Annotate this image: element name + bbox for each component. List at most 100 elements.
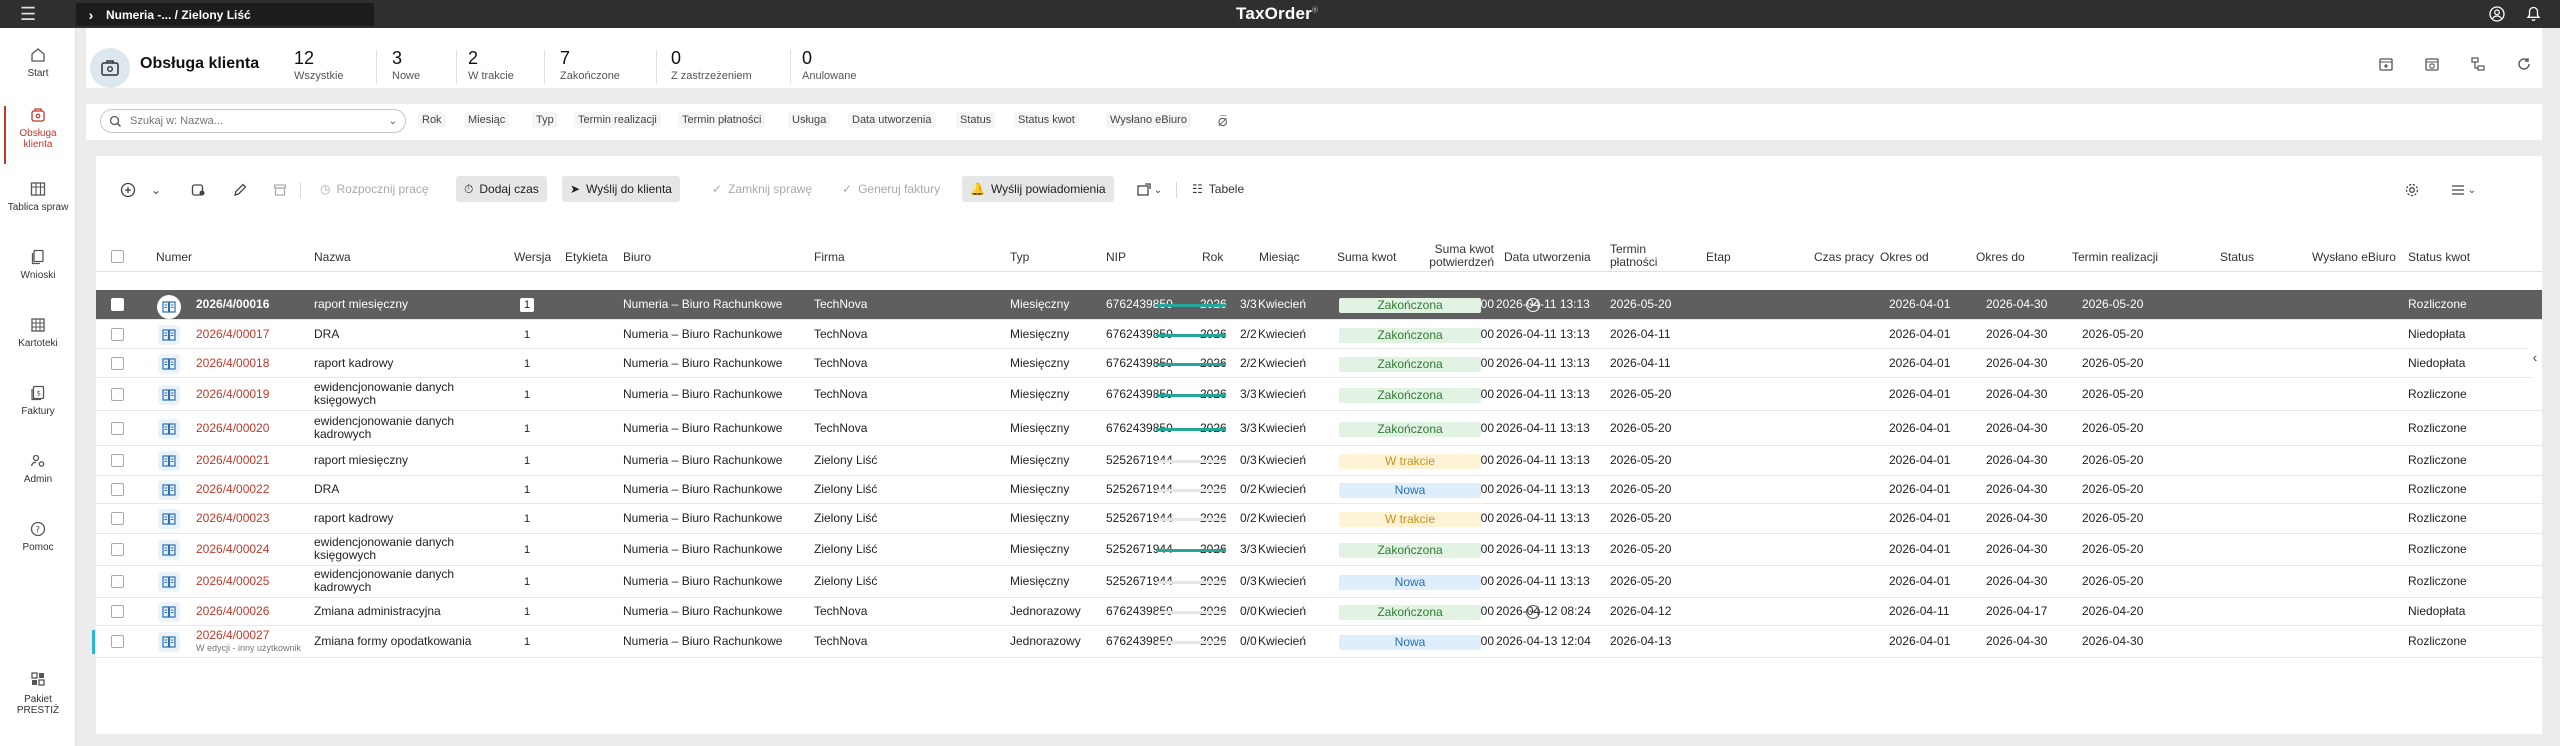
chevron-down-icon[interactable]: ⌄ xyxy=(146,180,166,200)
stat-z-zastrzezeniem[interactable]: 0Z zastrzeżeniem xyxy=(671,48,752,82)
filter-usluga[interactable]: Usługa xyxy=(788,112,831,128)
sidebar-item-start[interactable]: Start xyxy=(0,46,76,79)
table-row[interactable]: 2026/4/00026 Zmiana administracyjna 1 Numer… xyxy=(96,598,2542,626)
col-termin-realizacji[interactable]: Termin realizacji xyxy=(2072,251,2158,264)
row-checkbox[interactable] xyxy=(111,388,124,401)
select-all-checkbox[interactable] xyxy=(111,250,124,263)
refresh-icon[interactable] xyxy=(2514,54,2534,74)
cell-numer[interactable]: 2026/4/00027 xyxy=(196,629,269,642)
filter-status-kwot[interactable]: Status kwot xyxy=(1014,112,1079,128)
table-row[interactable]: 2026/4/00025 ewidencjonowanie danych kadro… xyxy=(96,566,2542,598)
col-status-kwot[interactable]: Status kwot xyxy=(2408,251,2470,264)
cell-numer[interactable]: 2026/4/00016 xyxy=(196,298,269,311)
list-view-icon[interactable]: ⌄ xyxy=(2446,180,2480,200)
col-okres-do[interactable]: Okres do xyxy=(1976,251,2025,264)
cell-numer[interactable]: 2026/4/00020 xyxy=(196,422,269,435)
col-nip[interactable]: NIP xyxy=(1106,251,1126,264)
calendar-clock-icon[interactable] xyxy=(2422,54,2442,74)
filter-termin-platnosci[interactable]: Termin płatności xyxy=(678,112,766,128)
cell-numer[interactable]: 2026/4/00017 xyxy=(196,328,269,341)
row-checkbox[interactable] xyxy=(111,454,124,467)
chevron-down-icon[interactable]: ⌄ xyxy=(389,116,397,127)
collapse-panel-handle[interactable]: ‹ xyxy=(2528,335,2542,379)
sidebar-item-tablica-spraw[interactable]: Tablica spraw xyxy=(0,180,76,213)
case-book-icon[interactable] xyxy=(158,480,180,500)
col-suma-potwierdzen[interactable]: Suma kwot potwierdzeń xyxy=(1424,243,1494,269)
col-typ[interactable]: Typ xyxy=(1010,251,1029,264)
case-book-icon[interactable] xyxy=(158,632,180,652)
sidebar-item-obsluga-klienta[interactable]: Obsługa klienta xyxy=(0,106,76,164)
col-etap[interactable]: Etap xyxy=(1706,251,1731,264)
sidebar-package[interactable]: Pakiet PRESTIŻ xyxy=(0,670,76,716)
col-wyslano-ebiuro[interactable]: Wysłano eBiuro xyxy=(2312,251,2396,264)
settings-gear-icon[interactable] xyxy=(2402,180,2422,200)
stat-wszystkie[interactable]: 12 Wszystkie xyxy=(294,48,344,82)
notification-bell-icon[interactable] xyxy=(2524,5,2542,23)
row-checkbox[interactable] xyxy=(111,328,124,341)
table-row[interactable]: 2026/4/00018 raport kadrowy 1 Numeria – Biu… xyxy=(96,349,2542,378)
filter-data-utworzenia[interactable]: Data utworzenia xyxy=(848,112,936,128)
tables-button[interactable]: ☷ Tabele xyxy=(1184,176,1252,202)
col-wersja[interactable]: Wersja xyxy=(514,251,551,264)
add-time-button[interactable]: ⏱ Dodaj czas xyxy=(456,176,547,202)
col-termin-platnosci[interactable]: Termin płatności xyxy=(1610,243,1657,269)
col-czas-pracy[interactable]: Czas pracy xyxy=(1814,251,1874,264)
table-row[interactable]: 2026/4/00027 W edycji - inny użytkownik Zm… xyxy=(92,626,2542,658)
user-account-icon[interactable] xyxy=(2488,5,2506,23)
archive-icon[interactable] xyxy=(270,180,290,200)
row-checkbox[interactable] xyxy=(111,422,124,435)
sidebar-item-faktury[interactable]: $ Faktury xyxy=(0,384,76,417)
case-book-icon[interactable] xyxy=(158,451,180,471)
col-biuro[interactable]: Biuro xyxy=(623,251,651,264)
breadcrumb[interactable]: › Numeria -... / Zielony Liść xyxy=(76,3,374,26)
case-book-icon[interactable] xyxy=(158,540,180,560)
table-row[interactable]: 2026/4/00023 raport kadrowy 1 Numeria – Biu… xyxy=(96,504,2542,534)
cell-numer[interactable]: 2026/4/00021 xyxy=(196,454,269,467)
cell-numer[interactable]: 2026/4/00024 xyxy=(196,543,269,556)
case-book-icon[interactable] xyxy=(157,295,181,319)
generate-invoices-button[interactable]: ✓ Generuj faktury xyxy=(834,176,948,202)
add-icon[interactable] xyxy=(118,180,138,200)
col-numer[interactable]: Numer xyxy=(156,251,192,264)
col-miesiac[interactable]: Miesiąc xyxy=(1259,251,1300,264)
export-icon[interactable]: ⌄ xyxy=(1132,180,1166,200)
stat-nowe[interactable]: 3 Nowe xyxy=(392,48,420,82)
table-row[interactable]: 2026/4/00020 ewidencjonowanie danych kadro… xyxy=(96,411,2542,446)
row-checkbox[interactable] xyxy=(111,483,124,496)
hierarchy-icon[interactable] xyxy=(2468,54,2488,74)
filter-miesiac[interactable]: Miesiąc xyxy=(464,112,510,128)
row-checkbox[interactable] xyxy=(111,605,124,618)
search-box[interactable]: ⌄ xyxy=(100,109,406,133)
row-checkbox[interactable] xyxy=(111,635,124,648)
stat-w-trakcie[interactable]: 2W trakcie xyxy=(468,48,514,82)
col-firma[interactable]: Firma xyxy=(814,251,845,264)
filter-wyslano-ebiuro[interactable]: Wysłano eBiuro xyxy=(1106,112,1191,128)
row-checkbox[interactable] xyxy=(111,512,124,525)
col-data-utworzenia[interactable]: Data utworzenia xyxy=(1504,251,1591,264)
filter-typ[interactable]: Typ xyxy=(532,112,558,128)
col-etykieta[interactable]: Etykieta xyxy=(565,251,608,264)
close-case-button[interactable]: ✓ Zamknij sprawę xyxy=(704,176,820,202)
stat-zakonczone[interactable]: 7 Zakończone xyxy=(560,48,620,82)
row-checkbox[interactable] xyxy=(111,575,124,588)
table-row[interactable]: 2026/4/00021 raport miesięczny 1 Numeria – … xyxy=(96,446,2542,476)
table-row[interactable]: 2026/4/00016 raport miesięczny 1 Numeria – … xyxy=(96,290,2542,320)
table-row[interactable]: 2026/4/00024 ewidencjonowanie danych księg… xyxy=(96,534,2542,566)
sidebar-item-admin[interactable]: Admin xyxy=(0,452,76,485)
case-book-icon[interactable] xyxy=(158,509,180,529)
sidebar-item-pomoc[interactable]: ? Pomoc xyxy=(0,520,76,553)
chevron-right-icon[interactable]: › xyxy=(76,7,106,23)
cell-numer[interactable]: 2026/4/00026 xyxy=(196,605,269,618)
row-checkbox[interactable] xyxy=(111,357,124,370)
col-suma-kwot[interactable]: Suma kwot xyxy=(1337,251,1396,264)
sidebar-item-wnioski[interactable]: Wnioski xyxy=(0,248,76,281)
clear-filters-icon[interactable]: ⦱ xyxy=(1218,114,1227,130)
row-checkbox[interactable] xyxy=(111,543,124,556)
row-checkbox[interactable] xyxy=(111,298,124,311)
case-book-icon[interactable] xyxy=(158,354,180,374)
search-input[interactable] xyxy=(130,115,370,127)
filter-rok[interactable]: Rok xyxy=(418,112,446,128)
calendar-add-icon[interactable] xyxy=(2376,54,2396,74)
case-book-icon[interactable] xyxy=(158,419,180,439)
send-to-client-button[interactable]: ➤ Wyślij do klienta xyxy=(562,176,680,202)
